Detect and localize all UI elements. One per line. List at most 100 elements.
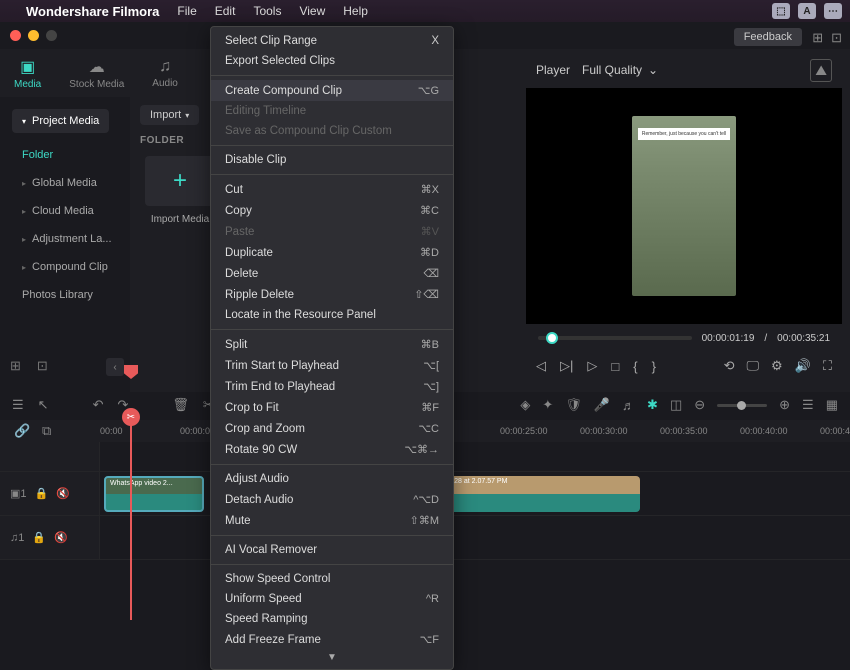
menubar-app-icon[interactable]: ⬚ (772, 3, 790, 19)
cm-mute[interactable]: Mute⇧⌘M (211, 510, 453, 531)
cm-create-compound-clip[interactable]: Create Compound Clip⌥G (211, 80, 453, 101)
menu-more-arrow-icon[interactable]: ▼ (211, 650, 453, 665)
zoom-slider[interactable] (717, 404, 767, 407)
cm-copy[interactable]: Copy⌘C (211, 200, 453, 221)
folder-active-item[interactable]: Folder (4, 141, 126, 169)
effect-icon[interactable]: ✦ (542, 397, 553, 413)
mark-in-icon[interactable]: { (633, 359, 637, 374)
scrub-track[interactable] (538, 336, 692, 340)
play-step-icon[interactable]: ▷| (560, 358, 573, 374)
cm-trim-end[interactable]: Trim End to Playhead⌥] (211, 376, 453, 397)
video-track-icon[interactable]: ▣1 (10, 487, 27, 500)
cm-disable-clip[interactable]: Disable Clip (211, 150, 453, 170)
feedback-button[interactable]: Feedback (734, 28, 802, 46)
mark-out-icon[interactable]: } (652, 359, 656, 374)
fullscreen-icon[interactable]: ⛶ (823, 358, 832, 374)
display-icon[interactable]: 🖵 (747, 358, 760, 374)
shield-icon[interactable]: 🛡 (565, 397, 582, 413)
sidebar-item-cloud-media[interactable]: ▸Cloud Media (4, 197, 126, 225)
cm-crop-and-zoom[interactable]: Crop and Zoom⌥C (211, 418, 453, 439)
selection-tool-icon[interactable]: ↖ (38, 397, 49, 413)
list-view-icon[interactable]: ☰ (802, 397, 814, 413)
cm-uniform-speed[interactable]: Uniform Speed^R (211, 589, 453, 609)
cm-split[interactable]: Split⌘B (211, 334, 453, 355)
zoom-in-icon[interactable]: ⊕ (779, 397, 790, 413)
sidebar-item-global-media[interactable]: ▸Global Media (4, 169, 126, 197)
cm-add-freeze-frame[interactable]: Add Freeze Frame⌥F (211, 629, 453, 650)
volume-icon[interactable]: 🔊 (795, 358, 811, 374)
import-dropdown[interactable]: Import ▾ (140, 105, 199, 125)
window-maximize-button[interactable] (46, 30, 57, 41)
snapshot-icon[interactable]: ⛰ (810, 59, 832, 82)
cm-duplicate[interactable]: Duplicate⌘D (211, 242, 453, 263)
cm-cut[interactable]: Cut⌘X (211, 179, 453, 200)
track-options-icon[interactable]: ☰ (12, 397, 24, 413)
project-media-button[interactable]: ▾ Project Media (12, 109, 109, 133)
cm-ripple-delete[interactable]: Ripple Delete⇧⌫ (211, 284, 453, 305)
lock-icon[interactable]: 🔒 (35, 487, 49, 500)
collapse-sidebar-button[interactable]: ‹ (106, 358, 124, 376)
cm-adjust-audio[interactable]: Adjust Audio (211, 469, 453, 489)
window-close-button[interactable] (10, 30, 21, 41)
play-icon[interactable]: ▷ (587, 358, 597, 374)
folder-icon[interactable]: ⊡ (37, 358, 48, 374)
video-clip-1[interactable]: WhatsApp video 2... (104, 476, 204, 512)
cm-export-selected-clips[interactable]: Export Selected Clips (211, 51, 453, 71)
menu-help[interactable]: Help (343, 4, 368, 18)
magnet-icon[interactable]: ⧉ (42, 423, 51, 439)
import-media-button[interactable]: + Import Media (140, 156, 220, 225)
cm-delete[interactable]: Delete⌫ (211, 263, 453, 284)
zoom-out-icon[interactable]: ⊖ (694, 397, 705, 413)
cm-locate-resource[interactable]: Locate in the Resource Panel (211, 305, 453, 325)
cm-select-clip-range[interactable]: Select Clip RangeX (211, 31, 453, 51)
quality-dropdown[interactable]: Full Quality ⌄ (582, 63, 658, 77)
menubar-extra-icon[interactable]: ⋯ (824, 3, 842, 19)
folder-add-icon[interactable]: ⊞ (10, 358, 21, 374)
grid-view-icon[interactable]: ▦ (826, 397, 838, 413)
app-title[interactable]: Wondershare Filmora (26, 4, 159, 19)
auto-icon[interactable]: ✱ (647, 397, 658, 413)
mute-track-icon[interactable]: 🔇 (56, 487, 70, 500)
video-preview[interactable]: Remember, just because you can't tell (526, 88, 842, 324)
cm-detach-audio[interactable]: Detach Audio^⌥D (211, 489, 453, 510)
menu-tools[interactable]: Tools (253, 4, 281, 18)
playhead-scissors-icon[interactable]: ✂ (122, 408, 140, 426)
crop-icon[interactable]: ◫ (670, 397, 682, 413)
prev-frame-icon[interactable]: ◁ (536, 358, 546, 374)
loop-icon[interactable]: ⟲ (724, 358, 735, 374)
sidebar-item-compound-clip[interactable]: ▸Compound Clip (4, 253, 126, 281)
marker-icon[interactable]: ◈ (520, 397, 530, 413)
menu-edit[interactable]: Edit (215, 4, 236, 18)
scrub-handle[interactable] (546, 332, 558, 344)
undo-icon[interactable]: ↶ (93, 397, 104, 413)
link-icon[interactable]: 🔗 (14, 423, 30, 439)
audio-track-icon[interactable]: ♫1 (10, 532, 24, 544)
tab-stock-media[interactable]: ☁ Stock Media (65, 53, 128, 94)
menubar-a-icon[interactable]: A (798, 3, 816, 19)
mute-track-icon[interactable]: 🔇 (54, 531, 68, 544)
cm-speed-ramping[interactable]: Speed Ramping (211, 609, 453, 629)
zoom-handle[interactable] (737, 401, 746, 410)
tab-media[interactable]: ▣ Media (10, 53, 45, 94)
settings-icon[interactable]: ⚙ (771, 358, 783, 374)
sidebar-item-photos-library[interactable]: Photos Library (4, 281, 126, 309)
tab-audio[interactable]: ♫ Audio (148, 54, 182, 93)
cm-show-speed-control[interactable]: Show Speed Control (211, 569, 453, 589)
close-icon[interactable]: X (431, 35, 439, 47)
window-minimize-button[interactable] (28, 30, 39, 41)
mic-icon[interactable]: 🎤 (594, 397, 610, 413)
stop-icon[interactable]: □ (611, 359, 619, 374)
cm-rotate-90-cw[interactable]: Rotate 90 CW⌥⌘→ (211, 439, 453, 460)
menu-view[interactable]: View (299, 4, 325, 18)
video-clip-2[interactable]: 09-28 at 2.07.57 PM (440, 476, 640, 512)
layout-icon[interactable]: ⊞ (812, 30, 823, 46)
cm-trim-start[interactable]: Trim Start to Playhead⌥[ (211, 355, 453, 376)
playhead[interactable]: ✂ (130, 420, 132, 620)
export-icon[interactable]: ⊡ (831, 30, 842, 46)
cm-ai-vocal-remover[interactable]: AI Vocal Remover (211, 540, 453, 560)
music-icon[interactable]: ♬ (622, 398, 635, 413)
delete-icon[interactable]: 🗑 (172, 397, 189, 413)
menu-file[interactable]: File (177, 4, 196, 18)
sidebar-item-adjustment-layer[interactable]: ▸Adjustment La... (4, 225, 126, 253)
lock-icon[interactable]: 🔒 (32, 531, 46, 544)
